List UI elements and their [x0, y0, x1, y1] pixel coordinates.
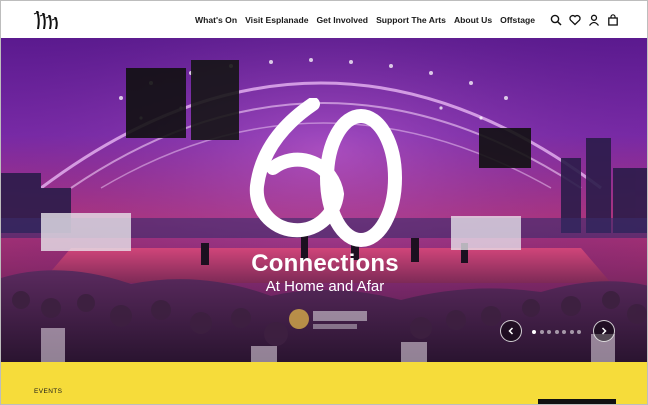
search-icon[interactable] — [549, 13, 562, 26]
carousel-dot[interactable] — [532, 330, 536, 334]
nav-visit-esplanade[interactable]: Visit Esplanade — [245, 15, 308, 25]
nav-get-involved[interactable]: Get Involved — [316, 15, 368, 25]
carousel-dots — [532, 330, 585, 334]
carousel-dot[interactable] — [554, 330, 559, 334]
main-nav: What's On Visit Esplanade Get Involved S… — [195, 1, 619, 38]
nav-offstage[interactable]: Offstage — [500, 15, 535, 25]
bag-icon[interactable] — [606, 13, 619, 26]
nav-support-the-arts[interactable]: Support The Arts — [376, 15, 446, 25]
esplanade-logo[interactable] — [33, 9, 61, 31]
nav-about-us[interactable]: About Us — [454, 15, 492, 25]
hero-subtitle: At Home and Afar — [265, 278, 385, 295]
events-heading-cropped — [34, 400, 114, 404]
carousel-next-button[interactable] — [593, 320, 615, 342]
carousel-dot[interactable] — [577, 330, 581, 334]
site-header: What's On Visit Esplanade Get Involved S… — [1, 1, 647, 38]
carousel-dot[interactable] — [547, 330, 551, 334]
events-label: EVENTS — [34, 388, 63, 395]
sixty-numeral-logo — [249, 98, 402, 247]
events-cta-button[interactable] — [538, 399, 616, 404]
hero-title: Connections — [251, 250, 399, 277]
carousel-prev-button[interactable] — [500, 320, 522, 342]
nav-whats-on[interactable]: What's On — [195, 15, 237, 25]
chevron-right-icon — [601, 327, 607, 335]
chevron-left-icon — [508, 327, 514, 335]
carousel-dot[interactable] — [539, 330, 544, 334]
watermark-image — [289, 309, 367, 329]
page: What's On Visit Esplanade Get Involved S… — [0, 0, 648, 405]
user-icon[interactable] — [587, 13, 600, 26]
heart-icon[interactable] — [568, 13, 581, 26]
hero-banner: Connections At Home and Afar — [1, 38, 647, 362]
carousel-dot[interactable] — [569, 330, 574, 334]
carousel-dot[interactable] — [562, 330, 566, 334]
events-section: EVENTS — [1, 362, 647, 404]
